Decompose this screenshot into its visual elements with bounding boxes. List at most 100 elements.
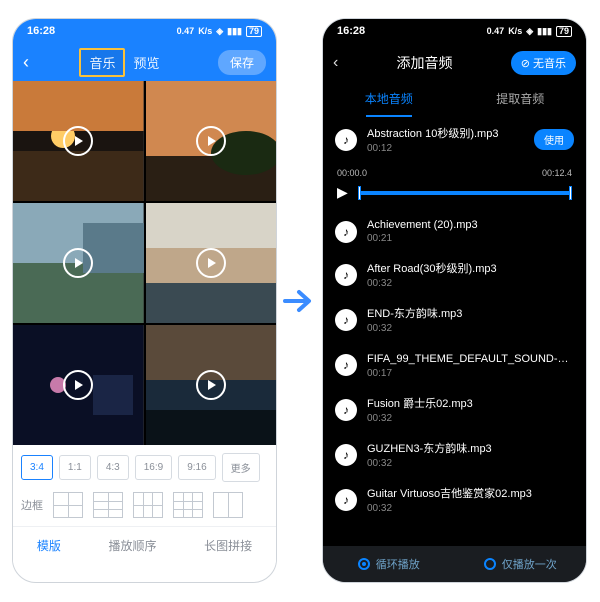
video-thumb[interactable] — [13, 203, 144, 323]
song-duration: 00:17 — [367, 368, 574, 379]
flow-arrow-icon — [283, 288, 317, 319]
playback-mode: 循环播放 仅播放一次 — [323, 546, 586, 582]
ratio-option[interactable]: 4:3 — [97, 455, 129, 480]
music-note-icon — [335, 264, 357, 286]
bottom-tab-template[interactable]: 模版 — [37, 537, 61, 554]
ratio-option[interactable]: 3:4 — [21, 455, 53, 480]
header-tabs: 音乐 预览 — [79, 48, 167, 77]
video-thumb[interactable] — [146, 325, 277, 445]
song-row[interactable]: GUZHEN3-东方韵味.mp3 00:32 — [323, 432, 586, 477]
video-thumb[interactable] — [13, 325, 144, 445]
status-time: 16:28 — [27, 25, 55, 37]
song-name: After Road(30秒级别).mp3 — [367, 260, 574, 276]
wifi-icon: ◈ — [526, 26, 533, 37]
video-thumb[interactable] — [146, 81, 277, 201]
song-name: Achievement (20).mp3 — [367, 219, 574, 231]
phone-audio: 16:28 0.47K/s ◈ ▮▮▮ 79 ‹ 添加音频 无音乐 本地音频 提… — [322, 18, 587, 583]
play-button[interactable]: ▶ — [337, 184, 348, 201]
tab-music[interactable]: 音乐 — [79, 48, 125, 77]
song-duration: 00:21 — [367, 233, 574, 244]
music-note-icon — [335, 354, 357, 376]
battery-icon: 79 — [556, 26, 572, 37]
trim-handle-right[interactable] — [569, 186, 572, 200]
wifi-icon: ◈ — [216, 26, 223, 37]
song-name: FIFA_99_THEME_DEFAULT_SOUND-异域风情.mp3 — [367, 350, 574, 366]
song-row[interactable]: After Road(30秒级别).mp3 00:32 — [323, 252, 586, 297]
bottom-tab-order[interactable]: 播放顺序 — [108, 537, 156, 554]
song-name: Abstraction 10秒级别).mp3 — [367, 125, 524, 141]
music-note-icon — [335, 129, 357, 151]
status-indicators: 0.47K/s ◈ ▮▮▮ 79 — [487, 26, 572, 37]
play-icon — [63, 248, 93, 278]
audio-header: ‹ 添加音频 无音乐 — [323, 43, 586, 83]
bottom-tab-long[interactable]: 长图拼接 — [204, 537, 252, 554]
once-option[interactable]: 仅播放一次 — [455, 546, 587, 582]
video-thumb[interactable] — [13, 81, 144, 201]
song-duration: 00:32 — [367, 278, 574, 289]
no-music-button[interactable]: 无音乐 — [511, 51, 576, 75]
audio-tabs: 本地音频 提取音频 — [323, 83, 586, 117]
seek-track[interactable] — [358, 191, 572, 195]
tab-extract-audio[interactable]: 提取音频 — [455, 83, 587, 117]
trim-handle-left[interactable] — [358, 186, 361, 200]
phone-editor: 16:28 0.47K/s ◈ ▮▮▮ 79 ‹ 音乐 预览 保存 — [12, 18, 277, 583]
music-note-icon — [335, 489, 357, 511]
radio-icon — [484, 558, 496, 570]
song-name: END-东方韵味.mp3 — [367, 305, 574, 321]
song-duration: 00:32 — [367, 323, 574, 334]
layout-option[interactable] — [213, 492, 243, 518]
layout-option[interactable] — [53, 492, 83, 518]
status-time: 16:28 — [337, 25, 365, 37]
ratio-more[interactable]: 更多 — [222, 453, 260, 482]
status-indicators: 0.47K/s ◈ ▮▮▮ 79 — [177, 26, 262, 37]
song-name: Guitar Virtuoso吉他鉴赏家02.mp3 — [367, 485, 574, 501]
audio-player: 00:00.0 00:12.4 ▶ — [323, 162, 586, 211]
song-row[interactable]: Guitar Virtuoso吉他鉴赏家02.mp300:32 — [323, 477, 586, 522]
song-row[interactable]: Achievement (20).mp3 00:21 — [323, 211, 586, 252]
ratio-option[interactable]: 9:16 — [178, 455, 215, 480]
status-bar: 16:28 0.47K/s ◈ ▮▮▮ 79 — [13, 19, 276, 43]
video-grid — [13, 81, 276, 445]
ratio-option[interactable]: 1:1 — [59, 455, 91, 480]
tab-preview[interactable]: 预览 — [125, 50, 167, 75]
battery-icon: 79 — [246, 26, 262, 37]
layout-option[interactable] — [133, 492, 163, 518]
song-duration: 00:32 — [367, 413, 574, 424]
song-row[interactable]: Abstraction 10秒级别).mp3 00:12 使用 — [323, 117, 586, 162]
player-start-time: 00:00.0 — [337, 168, 367, 178]
tab-local-audio[interactable]: 本地音频 — [323, 83, 455, 117]
song-row[interactable]: Fusion 爵士乐02.mp300:32 — [323, 387, 586, 432]
play-icon — [63, 126, 93, 156]
radio-icon — [358, 558, 370, 570]
back-button[interactable]: ‹ — [333, 54, 338, 72]
music-note-icon — [335, 309, 357, 331]
song-row[interactable]: FIFA_99_THEME_DEFAULT_SOUND-异域风情.mp3 00:1… — [323, 342, 586, 387]
use-button[interactable]: 使用 — [534, 129, 574, 150]
song-duration: 00:12 — [367, 143, 524, 154]
music-note-icon — [335, 221, 357, 243]
layout-option[interactable] — [93, 492, 123, 518]
ratio-option[interactable]: 16:9 — [135, 455, 172, 480]
bottom-tabs: 模版 播放顺序 长图拼接 — [13, 526, 276, 566]
aspect-ratio-row: 3:4 1:1 4:3 16:9 9:16 更多 — [13, 445, 276, 486]
signal-icon: ▮▮▮ — [227, 26, 242, 37]
save-button[interactable]: 保存 — [218, 50, 266, 75]
play-icon — [63, 370, 93, 400]
song-list: Abstraction 10秒级别).mp3 00:12 使用 00:00.0 … — [323, 117, 586, 522]
status-bar: 16:28 0.47K/s ◈ ▮▮▮ 79 — [323, 19, 586, 43]
music-note-icon — [335, 444, 357, 466]
layout-label: 边框 — [21, 497, 43, 513]
editor-header: ‹ 音乐 预览 保存 — [13, 43, 276, 81]
song-duration: 00:32 — [367, 458, 574, 469]
player-end-time: 00:12.4 — [542, 168, 572, 178]
signal-icon: ▮▮▮ — [537, 26, 552, 37]
song-name: GUZHEN3-东方韵味.mp3 — [367, 440, 574, 456]
page-title: 添加音频 — [397, 53, 453, 73]
layout-option[interactable] — [173, 492, 203, 518]
back-button[interactable]: ‹ — [23, 52, 29, 73]
layout-row: 边框 — [13, 486, 276, 526]
video-thumb[interactable] — [146, 203, 277, 323]
play-icon — [196, 126, 226, 156]
song-row[interactable]: END-东方韵味.mp3 00:32 — [323, 297, 586, 342]
loop-option[interactable]: 循环播放 — [323, 546, 455, 582]
